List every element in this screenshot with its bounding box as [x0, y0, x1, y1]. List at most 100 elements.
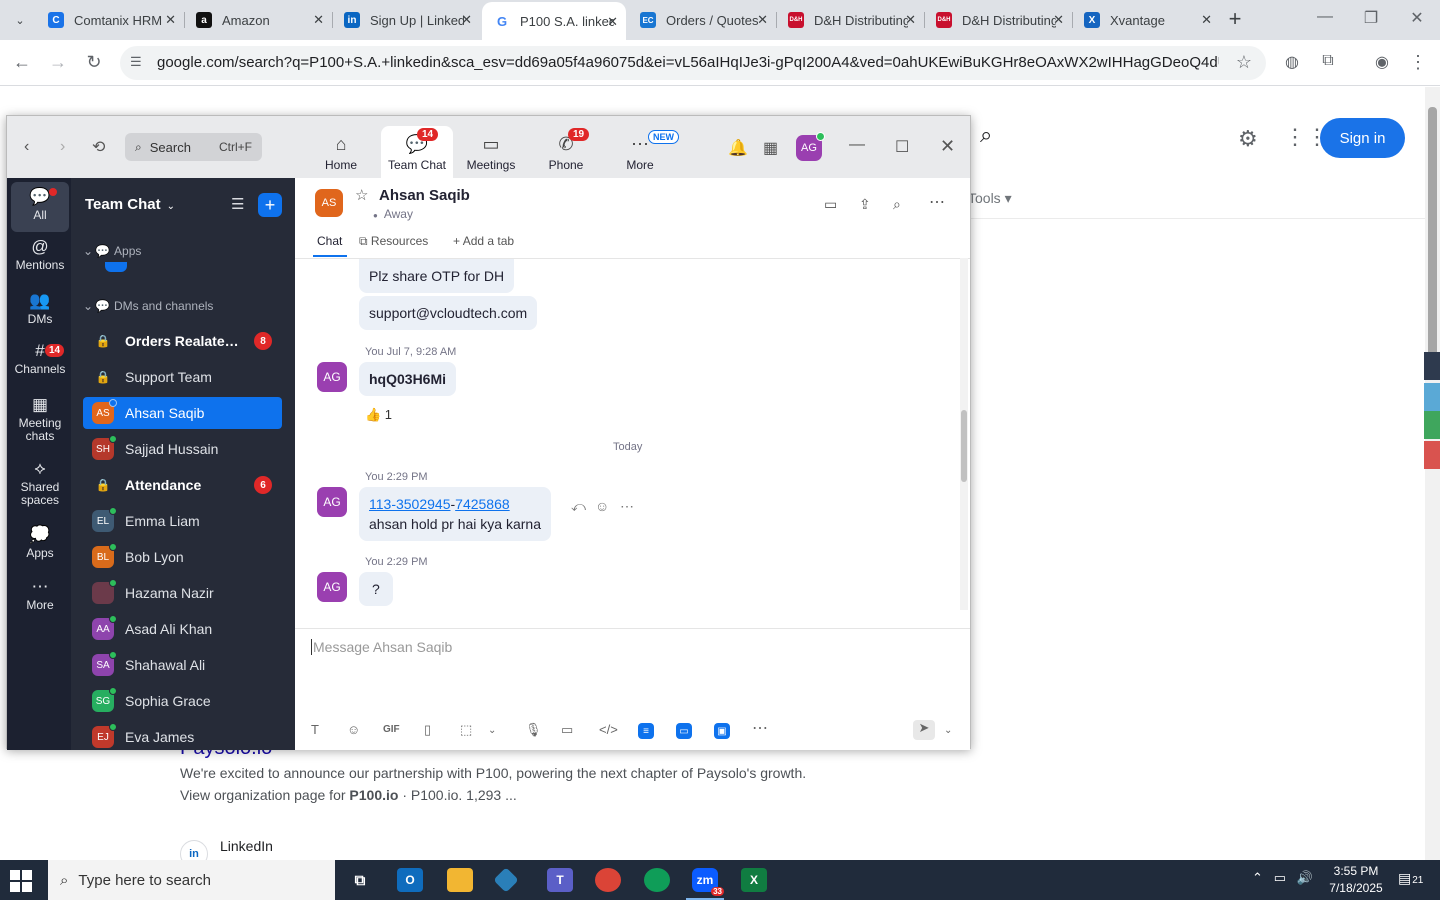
channel-item[interactable]: 🔒 Orders Realated ... 8 — [83, 325, 282, 357]
profile-icon[interactable]: ◉ — [1370, 52, 1394, 72]
new-chat-button[interactable]: + — [258, 193, 282, 217]
tab-resources[interactable]: ⧉ Resources — [359, 234, 428, 249]
emoji-icon[interactable]: ☺ — [347, 722, 360, 737]
rail-item-shared-spaces[interactable]: ⟡ Shared spaces — [11, 460, 69, 507]
tab-close-icon[interactable]: ✕ — [1201, 12, 1212, 28]
browser-tab[interactable]: a Amazon ✕ — [184, 0, 332, 40]
tools-menu[interactable]: Tools ▾ — [968, 190, 1012, 207]
chrome-icon[interactable] — [644, 868, 670, 892]
order-number-link[interactable]: 113-3502945 — [369, 496, 450, 512]
browser-tab[interactable]: X Xvantage ✕ — [1072, 0, 1220, 40]
search-input[interactable]: ⌕ Search Ctrl+F — [125, 133, 262, 161]
share-screen-icon[interactable]: ⇪ — [859, 196, 871, 213]
tab-search-button[interactable]: ⌄ — [8, 8, 32, 32]
bell-icon[interactable]: 🔔 — [728, 138, 748, 158]
side-panel-tab[interactable] — [1424, 411, 1440, 439]
back-arrow-icon[interactable]: ‹ — [24, 138, 29, 156]
dm-item[interactable]: SG Sophia Grace — [83, 685, 282, 717]
new-tab-button[interactable]: + — [1222, 6, 1248, 32]
bookmark-star-icon[interactable]: ☆ — [1236, 52, 1252, 73]
message-bubble[interactable]: 113-3502945-7425868 ahsan hold pr hai ky… — [359, 487, 551, 541]
chevron-down-icon[interactable]: ⌄ — [488, 725, 496, 736]
tab-chat[interactable]: Chat — [317, 234, 342, 248]
section-dms-and-channels[interactable]: ⌄ 💬 DMs and channels — [83, 299, 213, 313]
avatar[interactable]: AG — [317, 572, 347, 602]
site-info-icon[interactable]: ☰ — [130, 54, 142, 70]
dm-item[interactable]: SA Shahawal Ali — [83, 649, 282, 681]
windows-start-icon[interactable] — [10, 870, 32, 892]
teams-icon[interactable]: T — [547, 868, 573, 892]
system-tray[interactable]: ⌃ ▭ 🔊 — [1252, 870, 1313, 886]
rail-item-apps[interactable]: 💭 Apps — [11, 526, 69, 560]
close-icon[interactable]: ✕ — [1402, 8, 1432, 28]
video-call-icon[interactable]: ▭ — [824, 196, 837, 213]
rail-item-all[interactable]: 💬 All — [11, 182, 69, 232]
code-icon[interactable]: </> — [599, 722, 618, 737]
history-icon[interactable]: ⟲ — [92, 137, 105, 157]
address-bar[interactable]: ☰ google.com/search?q=P100+S.A.+linkedin… — [120, 46, 1266, 80]
tab-close-icon[interactable]: ✕ — [313, 12, 324, 28]
more-options-icon[interactable]: ⋯ — [929, 192, 945, 212]
tab-close-icon[interactable]: ✕ — [165, 12, 176, 28]
tab-meetings[interactable]: ▭ Meetings — [455, 126, 527, 178]
chat-contact-name[interactable]: Ahsan Saqib — [379, 187, 470, 204]
forward-arrow-icon[interactable]: → — [46, 52, 70, 73]
message-bubble[interactable]: hqQ03H6Mi — [359, 362, 457, 396]
message-bubble[interactable]: ? — [359, 572, 393, 606]
outlook-icon[interactable]: O — [397, 868, 423, 892]
screenshot-icon[interactable]: ⬚ — [460, 722, 472, 738]
avatar[interactable]: AG — [317, 487, 347, 517]
reload-icon[interactable]: ↻ — [82, 52, 106, 73]
tab-phone[interactable]: ✆ Phone 19 — [530, 126, 602, 178]
microphone-icon[interactable]: 🎙 — [525, 722, 542, 738]
back-arrow-icon[interactable]: ← — [10, 52, 34, 73]
browser-tab[interactable]: in Sign Up | LinkedIn ✕ — [332, 0, 480, 40]
gear-icon[interactable]: ⚙ — [1238, 126, 1258, 152]
extensions-icon[interactable]: ⧉ — [1316, 52, 1340, 70]
channel-item[interactable]: 🔒 Support Team — [83, 361, 282, 393]
avatar[interactable]: AS — [315, 189, 343, 217]
star-icon[interactable]: ☆ — [355, 186, 368, 204]
order-number-link[interactable]: 7425868 — [455, 496, 510, 512]
minimize-icon[interactable]: — — [849, 136, 865, 154]
chat-scrollbar[interactable] — [960, 258, 968, 610]
panel-title[interactable]: Team Chat ⌄ — [85, 196, 175, 213]
emoji-react-icon[interactable]: ☺ — [595, 498, 609, 514]
excel-icon[interactable]: X — [741, 868, 767, 892]
more-options-icon[interactable]: ⋯ — [620, 498, 634, 515]
section-apps[interactable]: ⌄ 💬 Apps — [83, 244, 141, 258]
tab-close-icon[interactable]: ✕ — [461, 12, 472, 28]
page-scrollbar[interactable] — [1425, 87, 1440, 860]
dm-item-selected[interactable]: AS Ahsan Saqib — [83, 397, 282, 429]
tab-close-icon[interactable]: ✕ — [1053, 12, 1064, 28]
message-bubble[interactable]: support@vcloudtech.com — [359, 296, 538, 330]
file-explorer-icon[interactable] — [447, 868, 473, 892]
tab-close-icon[interactable]: ✕ — [905, 12, 916, 28]
app-shortcut-icon[interactable]: ▣ — [714, 723, 730, 739]
app-shortcut-icon[interactable]: ≡ — [638, 723, 654, 739]
rail-item-meeting-chats[interactable]: ▦ Meeting chats — [11, 396, 69, 443]
url-text[interactable]: google.com/search?q=P100+S.A.+linkedin&s… — [157, 54, 1219, 71]
close-icon[interactable]: ✕ — [940, 136, 955, 157]
browser-tab[interactable]: EC Orders / Quotes ✕ — [628, 0, 776, 40]
restore-icon[interactable]: ❐ — [1356, 8, 1386, 28]
channel-item[interactable]: 🔒 Attendance 6 — [83, 469, 282, 501]
search-icon[interactable]: ⌕ — [893, 196, 901, 213]
dm-item[interactable]: EJ Eva James — [83, 721, 282, 750]
browser-tab[interactable]: D&H D&H Distributing ✕ — [776, 0, 924, 40]
sign-in-button[interactable]: Sign in — [1320, 118, 1405, 158]
avatar[interactable]: AG — [317, 362, 347, 392]
rail-item-mentions[interactable]: @ Mentions — [11, 238, 69, 272]
minimize-icon[interactable]: — — [1310, 8, 1340, 26]
app-shortcut-icon[interactable]: ▭ — [676, 723, 692, 739]
chrome-icon[interactable] — [595, 868, 621, 892]
side-panel-tab[interactable] — [1424, 383, 1440, 411]
text-format-icon[interactable]: T — [311, 722, 319, 737]
avatar[interactable]: AG — [796, 132, 825, 161]
message-input[interactable]: Message Ahsan Saqib — [311, 639, 452, 655]
translate-icon[interactable]: ◍ — [1280, 52, 1304, 72]
more-dots-icon[interactable]: ⋯ — [752, 718, 768, 738]
browser-tab-active[interactable]: G P100 S.A. linkedin ✕ — [482, 2, 626, 40]
rail-item-dms[interactable]: 👥 DMs — [11, 292, 69, 326]
tab-close-icon[interactable]: ✕ — [607, 14, 618, 30]
